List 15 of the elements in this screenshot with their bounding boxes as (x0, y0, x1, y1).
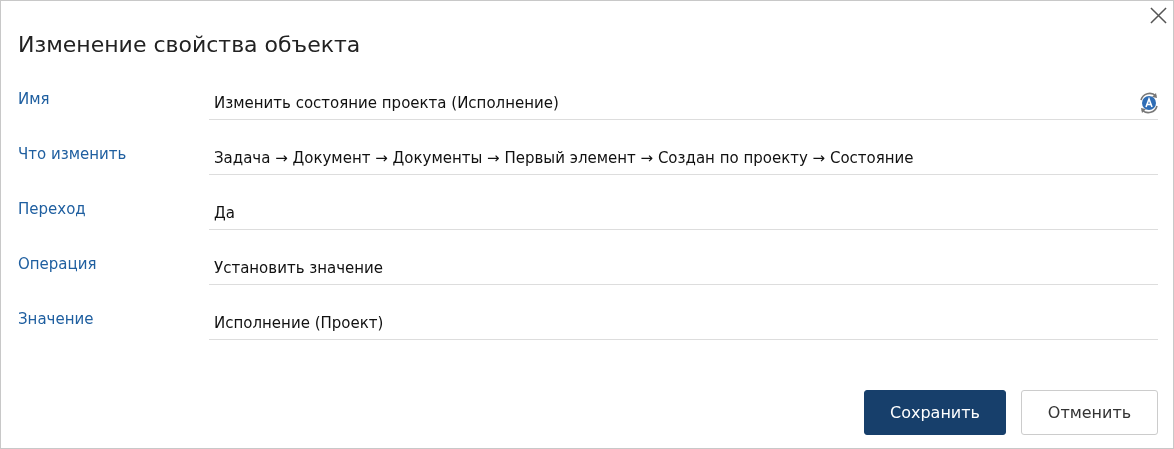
save-button[interactable]: Сохранить (864, 390, 1006, 435)
input-field[interactable]: Исполнение (Проект) (209, 307, 1158, 340)
dialog-title: Изменение свойства объекта (18, 32, 361, 59)
field-label: Имя (18, 90, 51, 110)
field-label: Переход (18, 200, 87, 220)
input-field[interactable]: Задача → Документ → Документы → Первый элемент → Создан по проекту → Состояние (209, 142, 1158, 175)
input-field[interactable]: Установить значение (209, 252, 1158, 285)
cancel-button[interactable]: Отменить (1021, 390, 1158, 435)
input-field[interactable]: Да (209, 197, 1158, 230)
auto-refresh-icon[interactable] (1137, 91, 1161, 115)
field-label: Значение (18, 310, 95, 330)
field-label: Операция (18, 255, 98, 275)
field-label: Что изменить (18, 145, 128, 165)
input-field[interactable]: Изменить состояние проекта (Исполнение) (209, 87, 1158, 120)
close-icon[interactable] (1150, 7, 1167, 24)
